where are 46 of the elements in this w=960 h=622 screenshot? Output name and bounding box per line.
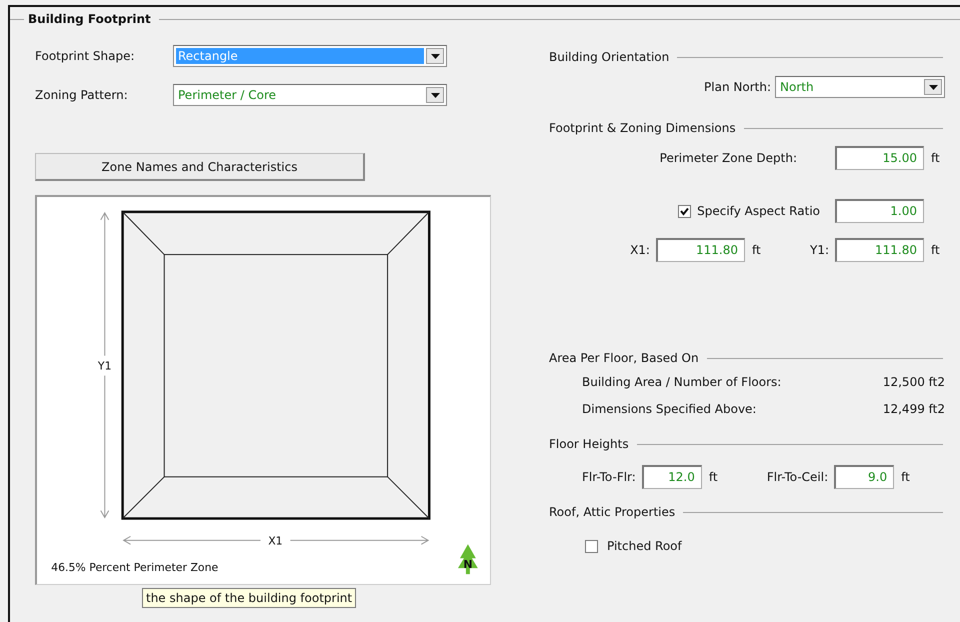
text-field[interactable]: 111.80	[835, 238, 924, 262]
unit-label: ft	[752, 243, 762, 257]
field-label: Zoning Pattern:	[35, 88, 129, 102]
text-field[interactable]: 9.0	[834, 465, 894, 489]
unit-label: ft	[931, 151, 941, 165]
north-label: N	[463, 558, 472, 572]
area-label: Dimensions Specified Above:	[582, 402, 756, 418]
field-label: Plan North:	[704, 80, 771, 94]
checkbox[interactable]	[678, 204, 692, 218]
checkbox-label: Specify Aspect Ratio	[697, 204, 820, 218]
checkbox[interactable]	[585, 540, 598, 552]
section-title: Building Orientation	[549, 50, 670, 64]
north-arrow-icon	[458, 544, 478, 574]
unit-label: ft	[931, 243, 941, 257]
checkbox-label: Pitched Roof	[607, 539, 682, 553]
zone-names-button[interactable]: Zone Names and Characteristics	[35, 153, 365, 181]
field-label: Footprint Shape:	[35, 49, 136, 63]
field-label: Perimeter Zone Depth:	[660, 151, 797, 165]
dimension-label: Y1	[98, 360, 112, 373]
text-field[interactable]: 1.00	[835, 199, 924, 223]
section-title: Roof, Attic Properties	[549, 505, 676, 519]
area-label: Building Area / Number of Floors:	[582, 375, 782, 391]
caret-icon	[928, 84, 938, 90]
unit-label: ft	[901, 470, 911, 484]
dropdown[interactable]: Perimeter / Core	[173, 84, 447, 106]
field-label: X1:	[630, 243, 650, 257]
area-value: 12,499 ft2	[882, 402, 945, 418]
text-field[interactable]: 111.80	[656, 238, 745, 262]
group-title: Building Footprint	[27, 12, 152, 26]
field-label: Y1:	[810, 243, 829, 257]
dropdown[interactable]: North	[775, 76, 945, 98]
caret-icon	[430, 54, 440, 58]
field-label: Flr-To-Ceil:	[766, 470, 828, 484]
text-field[interactable]: 15.00	[835, 146, 924, 170]
section-title: Floor Heights	[549, 437, 629, 451]
perimeter-percent-text: 46.5% Percent Perimeter Zone	[51, 561, 218, 574]
area-value: 12,500 ft2	[882, 375, 945, 391]
section-title: Area Per Floor, Based On	[549, 351, 699, 365]
dropdown[interactable]: Rectangle	[173, 45, 447, 67]
tooltip: the shape of the building footprint	[142, 588, 356, 608]
unit-label: ft	[708, 470, 719, 484]
caret-icon	[430, 92, 440, 98]
text-field[interactable]: 12.0	[642, 465, 702, 489]
field-label: Flr-To-Flr:	[582, 470, 636, 484]
section-title: Footprint & Zoning Dimensions	[549, 121, 736, 135]
dimension-label: X1	[268, 534, 283, 548]
